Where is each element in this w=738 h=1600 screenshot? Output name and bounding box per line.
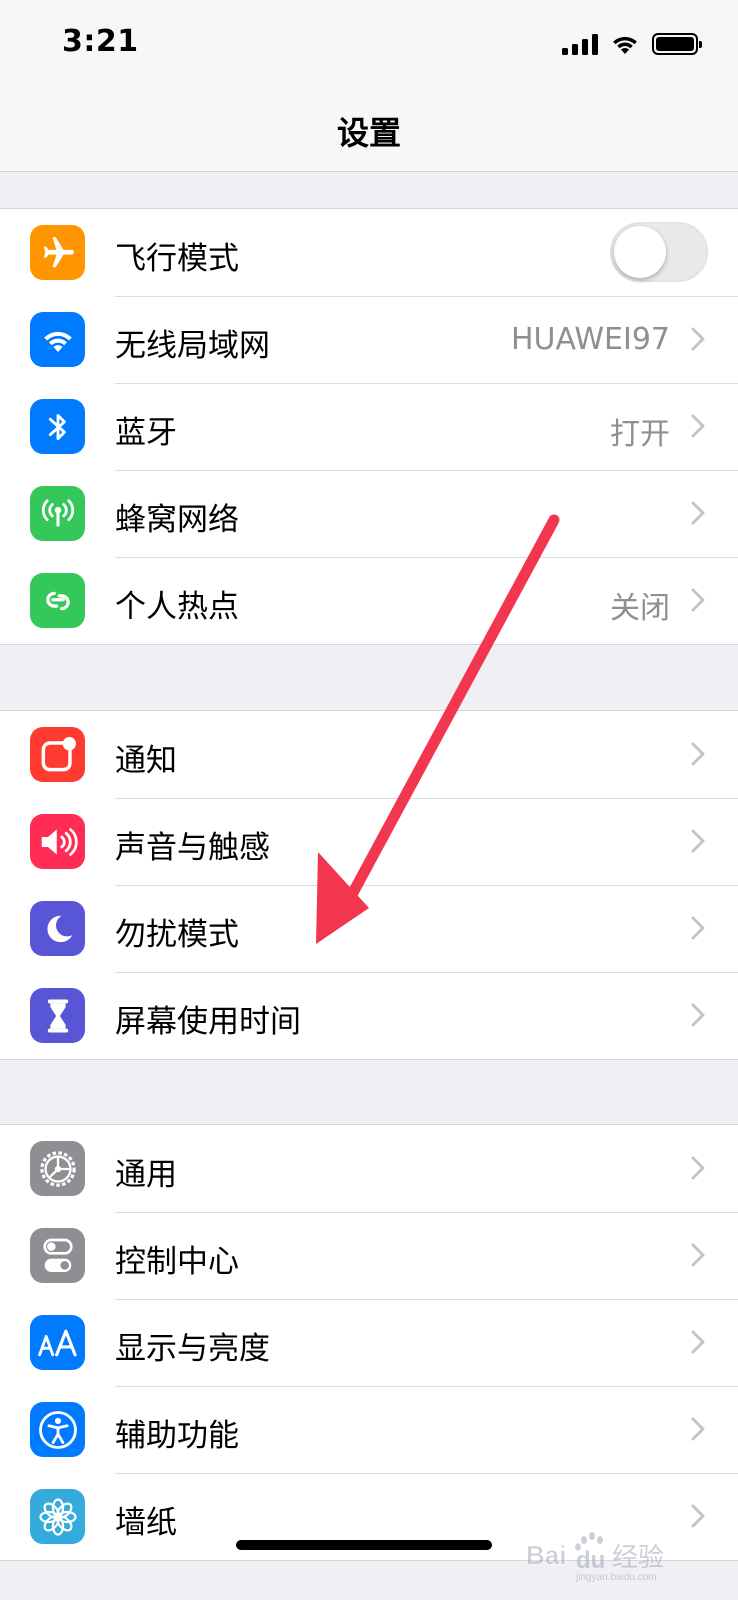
status-bar: 3:21 [0, 0, 738, 90]
wifi-icon-tile [30, 312, 85, 367]
chevron-right-icon [691, 1003, 705, 1027]
flower-icon [38, 1497, 77, 1536]
settings-row-airplane-mode[interactable]: 飞行模式 [0, 209, 738, 296]
settings-row-label: 勿扰模式 [115, 917, 239, 953]
settings-row-control-center[interactable]: 控制中心 [0, 1212, 738, 1299]
moon-icon [46, 915, 72, 942]
page-title: 设置 [336, 114, 401, 152]
chevron-right-icon [691, 327, 705, 351]
settings-group-notifications: 通知 声音与触感 勿扰模式 屏幕使用时间 [0, 710, 738, 1060]
antenna-icon-tile [30, 486, 85, 541]
airplane-mode-toggle[interactable] [610, 222, 708, 282]
switches-icon-tile [30, 1228, 85, 1283]
wifi-icon [43, 331, 72, 352]
toggle-knob [614, 226, 666, 278]
settings-group-connectivity: 飞行模式 无线局域网 HUAWEI97 蓝牙 打开 蜂窝网络 个人热点 关闭 [0, 208, 738, 645]
settings-row-label: 屏幕使用时间 [115, 1004, 301, 1040]
svg-text:jingyan.baidu.com: jingyan.baidu.com [575, 1572, 657, 1582]
accessibility-icon [38, 1410, 77, 1449]
text-size-icon [37, 1329, 77, 1356]
settings-row-screen-time[interactable]: 屏幕使用时间 [0, 972, 738, 1059]
settings-row-label: 无线局域网 [115, 328, 270, 364]
settings-row-label: 墙纸 [115, 1505, 177, 1541]
chevron-right-icon [691, 829, 705, 853]
settings-row-label: 通用 [115, 1157, 177, 1193]
settings-screen: 3:21 设置 飞行模式 无线局域网 HUAWEI97 蓝牙 打开 蜂窝网络 个… [0, 0, 738, 1600]
bluetooth-icon [48, 413, 66, 440]
chevron-right-icon [691, 1156, 705, 1180]
settings-row-general[interactable]: 通用 [0, 1125, 738, 1212]
settings-row-do-not-disturb[interactable]: 勿扰模式 [0, 885, 738, 972]
cellular-signal-icon [562, 33, 598, 55]
moon-icon-tile [30, 901, 85, 956]
settings-row-label: 声音与触感 [115, 830, 270, 866]
text-size-icon-tile [30, 1315, 85, 1370]
wifi-network-value: HUAWEI97 [510, 322, 670, 357]
chevron-right-icon [691, 1417, 705, 1441]
settings-row-display-brightness[interactable]: 显示与亮度 [0, 1299, 738, 1386]
settings-row-label: 飞行模式 [115, 241, 239, 277]
status-indicators [562, 30, 702, 58]
accessibility-icon-tile [30, 1402, 85, 1457]
settings-row-cellular[interactable]: 蜂窝网络 [0, 470, 738, 557]
baidu-watermark: Bai du 经验 jingyan.baidu.com [524, 1526, 704, 1583]
speaker-icon-tile [30, 814, 85, 869]
hotspot-icon [45, 591, 70, 610]
svg-text:Bai: Bai [526, 1540, 566, 1570]
settings-row-label: 显示与亮度 [115, 1331, 270, 1367]
notifications-icon [41, 736, 76, 771]
settings-row-notifications[interactable]: 通知 [0, 711, 738, 798]
settings-row-label: 控制中心 [115, 1244, 239, 1280]
hotspot-icon-tile [30, 573, 85, 628]
svg-text:经验: 经验 [612, 1543, 664, 1573]
settings-row-label: 蓝牙 [115, 415, 177, 451]
chevron-right-icon [691, 916, 705, 940]
hourglass-icon-tile [30, 988, 85, 1043]
chevron-right-icon [691, 1243, 705, 1267]
settings-row-sounds-haptics[interactable]: 声音与触感 [0, 798, 738, 885]
settings-row-bluetooth[interactable]: 蓝牙 打开 [0, 383, 738, 470]
gear-icon [39, 1150, 76, 1187]
hourglass-icon [47, 999, 68, 1032]
settings-row-label: 蜂窝网络 [115, 502, 239, 538]
settings-row-label: 通知 [115, 743, 177, 779]
bluetooth-value: 打开 [610, 417, 670, 452]
bluetooth-icon-tile [30, 399, 85, 454]
battery-icon [652, 33, 702, 55]
wifi-status-icon [613, 36, 637, 54]
chevron-right-icon [691, 1330, 705, 1354]
settings-row-wifi[interactable]: 无线局域网 HUAWEI97 [0, 296, 738, 383]
chevron-right-icon [691, 588, 705, 612]
switches-icon [42, 1238, 73, 1272]
chevron-right-icon [691, 414, 705, 438]
flower-icon-tile [30, 1489, 85, 1544]
gear-icon-tile [30, 1141, 85, 1196]
speaker-icon [41, 827, 78, 856]
settings-row-label: 个人热点 [115, 589, 239, 625]
baidu-paw-logo: Bai du 经验 jingyan.baidu.com [526, 1532, 664, 1583]
settings-row-accessibility[interactable]: 辅助功能 [0, 1386, 738, 1473]
antenna-icon [41, 498, 74, 527]
status-time: 3:21 [62, 24, 139, 59]
hotspot-value: 关闭 [610, 591, 670, 626]
settings-row-label: 辅助功能 [115, 1418, 239, 1454]
svg-text:du: du [576, 1547, 605, 1574]
home-indicator[interactable] [236, 1540, 492, 1550]
airplane-icon-tile [30, 225, 85, 280]
navigation-bar: 设置 [0, 90, 738, 172]
notifications-icon-tile [30, 727, 85, 782]
chevron-right-icon [691, 501, 705, 525]
airplane-icon [43, 236, 74, 267]
settings-group-general: 通用 控制中心 显示与亮度 辅助功能 墙纸 [0, 1124, 738, 1561]
settings-row-personal-hotspot[interactable]: 个人热点 关闭 [0, 557, 738, 644]
chevron-right-icon [691, 742, 705, 766]
